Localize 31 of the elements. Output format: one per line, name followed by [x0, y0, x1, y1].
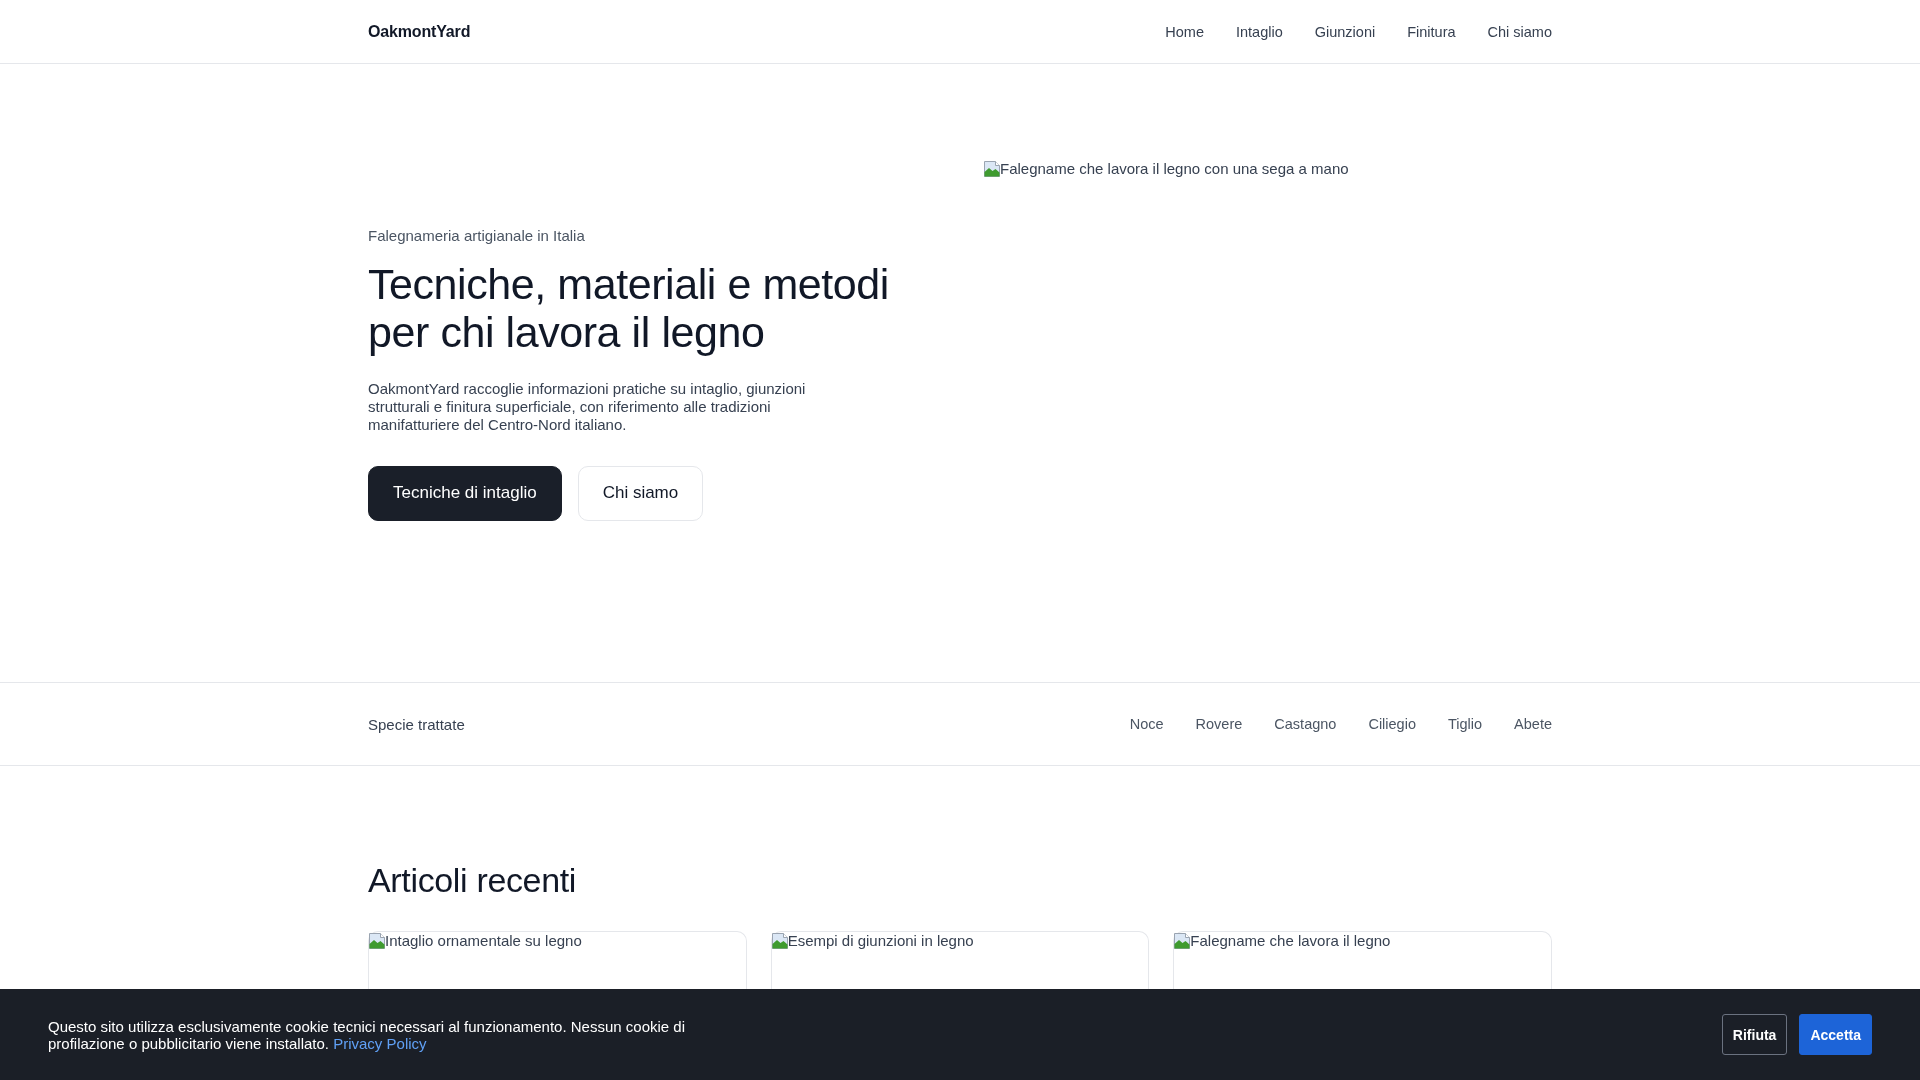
wood-species-item: Abete [1514, 716, 1552, 732]
image-alt-text: Esempi di giunzioni in legno [787, 932, 974, 950]
image-alt-text: Falegname che lavora il legno [1190, 932, 1391, 950]
wood-species-item: Castagno [1274, 716, 1337, 732]
secondary-button[interactable]: Chi siamo [577, 465, 704, 521]
accept-cookies-button[interactable]: Accetta [1799, 1014, 1872, 1055]
hero-eyebrow: Falegnameria artigianale in Italia [368, 225, 586, 246]
privacy-policy-link[interactable]: Privacy Policy [333, 1034, 427, 1052]
image-alt-text: Falegname che lavora il legno con una sega a mano [1000, 160, 1349, 178]
broken-image-icon [984, 161, 1000, 177]
reject-cookies-button[interactable]: Rifiuta [1721, 1014, 1788, 1055]
primary-button[interactable]: Tecniche di intaglio [368, 465, 562, 521]
broken-image-icon [1174, 933, 1191, 949]
nav-link[interactable]: Home [1165, 23, 1204, 40]
wood-species-item: Rovere [1195, 716, 1243, 732]
nav-link[interactable]: Finitura [1407, 23, 1456, 40]
section-title: Articoli recenti [368, 862, 578, 899]
image-alt-text: Intaglio ornamentale su legno [385, 932, 582, 950]
wood-species-item: Tiglio [1447, 716, 1483, 732]
nav-link[interactable]: Intaglio [1235, 23, 1283, 40]
nav-link[interactable]: Giunzioni [1314, 23, 1376, 40]
broken-image-icon [369, 933, 385, 949]
wood-species-item: Noce [1129, 716, 1164, 732]
hero-description: OakmontYard raccoglie informazioni pratiche su intaglio, giunzioni strutturali e finitura superficiale, con riferimento alle tradizioni manifatturiere del Centro-Nord italiano. [368, 379, 807, 434]
species-heading: Specie trattate [368, 715, 465, 733]
site-logo[interactable]: OakmontYard [368, 22, 471, 41]
hero-title: Tecniche, materiali e metodi per chi lavora il legno [368, 259, 890, 356]
wood-species-item: Ciliegio [1368, 716, 1416, 732]
broken-image-icon [771, 933, 788, 949]
nav-link[interactable]: Chi siamo [1487, 23, 1552, 40]
cookie-notice-text: Questo sito utilizza esclusivamente cookie tecnici necessari al funzionamento. Nessun cookie di profilazione o pubblicitario viene installato. Privacy Policy [48, 1017, 686, 1052]
